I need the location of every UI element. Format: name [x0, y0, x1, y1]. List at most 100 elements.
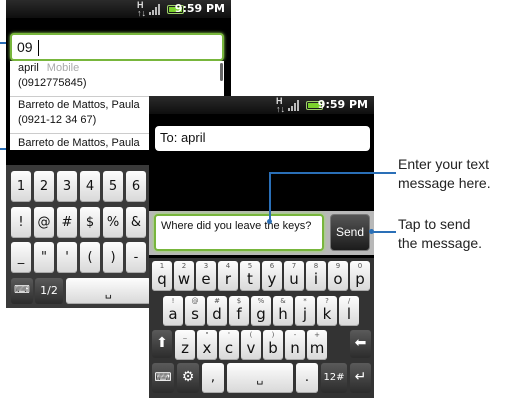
keypad-key[interactable]: ( [80, 242, 100, 273]
keyboard-switch-icon[interactable]: ⌨ [152, 363, 174, 393]
recipient-input[interactable]: 09 [10, 33, 224, 61]
key-i[interactable]: 8i [306, 261, 326, 291]
keypad-key[interactable]: - [126, 242, 146, 273]
hspa-icon: H ↑↓ [276, 96, 285, 114]
key-b[interactable]: ) b [263, 330, 283, 360]
suggestion-barreto-2[interactable]: Barreto de Mattos, Paula [18, 136, 140, 150]
key-a[interactable]: ! a [163, 296, 183, 326]
key-label: e [201, 270, 211, 288]
key-d[interactable]: # d [207, 296, 227, 326]
keypad-key-label: ) [110, 250, 116, 265]
keypad-key[interactable]: 1 [11, 171, 31, 202]
keypad-key[interactable]: & [126, 207, 146, 238]
to-field[interactable]: To: april [155, 126, 370, 151]
space-key[interactable]: ␣ [227, 363, 293, 393]
settings-gear-icon[interactable]: ⚙ [177, 363, 199, 393]
keypad-key-label: " [41, 250, 47, 265]
key-c[interactable]: ' c [219, 330, 239, 360]
key-g[interactable]: % g [251, 296, 271, 326]
key-j[interactable]: * j [295, 296, 315, 326]
key-z[interactable]: _ z [175, 330, 195, 360]
key-f[interactable]: $ f [229, 296, 249, 326]
key-v[interactable]: (v [241, 330, 261, 360]
page-toggle-key[interactable]: 1/2 [35, 278, 63, 304]
key-alt-label: 2 [181, 262, 187, 270]
phone-screen-compose: H ↑↓ 9:59 PM To: april Where did you leav… [149, 96, 374, 398]
send-button[interactable]: Send [330, 214, 370, 251]
keypad-key[interactable]: % [103, 207, 123, 238]
qwerty-keyboard: 1 q 2 w 3 e 4 r 5 t 6 y 7 u 8 i 9 o 0 p! a @ s # d $ f% g & h * j? k / l _ z… [149, 258, 374, 398]
keypad-key[interactable]: # [57, 207, 77, 238]
period-key-label: . [304, 370, 310, 385]
keypad-key[interactable]: 4 [80, 171, 100, 202]
key-label: r [224, 270, 232, 288]
keypad-key[interactable]: " [34, 242, 54, 273]
key-label: f [236, 305, 242, 323]
key-label: t [247, 270, 253, 288]
key-label: w [177, 270, 191, 288]
key-alt-label: 0 [357, 262, 363, 270]
key-alt-label: _ [183, 331, 187, 339]
keypad-key[interactable]: ' [57, 242, 77, 273]
callout-dot-send [369, 229, 374, 234]
key-l[interactable]: / l [339, 296, 359, 326]
recipient-input-value: 09 [17, 39, 33, 55]
signal-icon [288, 99, 302, 111]
key-p[interactable]: 0p [350, 261, 370, 291]
key-o[interactable]: 9o [328, 261, 348, 291]
keypad-key[interactable]: ! [11, 207, 31, 238]
comma-key[interactable]: , [202, 363, 224, 393]
keypad-key[interactable]: 2 [34, 171, 54, 202]
key-label: m [309, 339, 325, 357]
key-alt-label: 9 [335, 262, 341, 270]
key-alt-label: 1 [159, 262, 165, 270]
shift-key[interactable]: ⬆ [152, 330, 172, 358]
suggestion-april[interactable]: april Mobile (0912775845) [18, 61, 87, 91]
key-k[interactable]: ? k [317, 296, 337, 326]
key-alt-label: # [214, 297, 220, 305]
key-n[interactable]: -n [285, 330, 305, 360]
space-key[interactable]: ␣ [66, 278, 151, 304]
key-label: n [290, 339, 300, 357]
keypad-key-label: 1 [16, 179, 26, 194]
keypad-key[interactable]: ) [103, 242, 123, 273]
keypad-key[interactable]: 3 [57, 171, 77, 202]
period-key[interactable]: . [296, 363, 318, 393]
backspace-key[interactable]: ⬅ [350, 330, 371, 358]
suggestion-number: (0912775845) [18, 77, 87, 89]
keypad-key[interactable]: @ [34, 207, 54, 238]
list-scrollbar[interactable] [220, 63, 223, 81]
key-x[interactable]: " x [197, 330, 217, 360]
key-label: q [157, 270, 167, 288]
key-r[interactable]: 4r [218, 261, 238, 291]
key-q[interactable]: 1q [152, 261, 172, 291]
enter-key[interactable]: ↵ [350, 363, 371, 393]
key-w[interactable]: 2w [174, 261, 194, 291]
suggestion-barreto-1[interactable]: Barreto de Mattos, Paula (0921-12 34 67) [18, 98, 140, 128]
keypad-key[interactable]: $ [80, 207, 100, 238]
key-alt-label: + [314, 331, 320, 339]
key-t[interactable]: 5t [240, 261, 260, 291]
key-alt-label: ! [171, 297, 175, 305]
key-label: p [355, 270, 365, 288]
keyboard-switch-icon[interactable]: ⌨ [11, 278, 33, 304]
key-label: o [333, 270, 343, 288]
message-input[interactable]: Where did you leave the keys? [154, 214, 324, 251]
keypad-key[interactable]: 5 [103, 171, 123, 202]
key-m[interactable]: + m [307, 330, 327, 360]
key-y[interactable]: 6y [262, 261, 282, 291]
key-h[interactable]: & h [273, 296, 293, 326]
key-label: u [289, 270, 299, 288]
keypad-key[interactable]: 6 [126, 171, 146, 202]
key-alt-label: 4 [225, 262, 231, 270]
keypad-key[interactable]: _ [11, 242, 31, 273]
key-u[interactable]: 7u [284, 261, 304, 291]
status-time: 9:59 PM [317, 98, 368, 111]
page-toggle-label: 1/2 [40, 284, 58, 297]
callout-line-send [372, 231, 396, 233]
key-s[interactable]: @ s [185, 296, 205, 326]
text-caret [38, 40, 39, 56]
callout-text-hint-line2: message here. [398, 175, 491, 191]
numbers-key[interactable]: 12# [321, 363, 347, 393]
key-e[interactable]: 3e [196, 261, 216, 291]
